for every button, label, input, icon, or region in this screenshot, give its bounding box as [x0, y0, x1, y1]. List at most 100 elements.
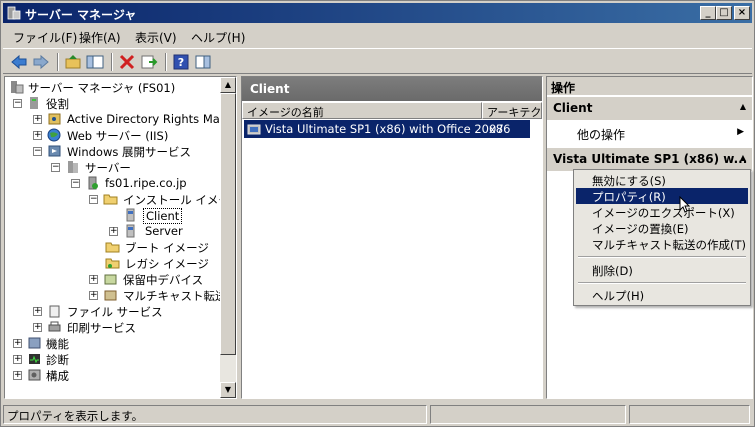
status-text: プロパティを表示します。 [3, 405, 427, 424]
image-name-cell: Vista Ultimate SP1 (x86) with Office 200… [265, 122, 504, 136]
actions-section-client[interactable]: Client ▲ [547, 97, 752, 120]
expand-toggle[interactable]: + [109, 227, 118, 236]
expand-toggle[interactable]: + [13, 355, 22, 364]
server-manager-icon [11, 81, 24, 94]
up-folder-icon[interactable] [63, 53, 83, 71]
table-row[interactable]: Vista Ultimate SP1 (x86) with Office 200… [244, 120, 530, 138]
submenu-arrow-icon: ▶ [737, 127, 744, 137]
actions-title: 操作 [547, 77, 752, 95]
collapse-toggle[interactable]: − [33, 147, 42, 156]
expand-toggle[interactable]: + [33, 115, 42, 124]
context-menu: 無効にする(S) プロパティ(R) イメージのエクスポート(X) イメージの置換… [573, 169, 751, 306]
menu-help[interactable]: ヘルプ(H) [191, 29, 245, 46]
window-title: サーバー マネージャ [25, 8, 137, 22]
svg-text:?: ? [178, 56, 184, 69]
server-manager-window: サーバー マネージャ _ □ × ファイル(F) 操作(A) 表示(V) ヘルプ… [0, 0, 755, 427]
menu-item-export-image[interactable]: イメージのエクスポート(X) [576, 204, 748, 220]
tree-label: Active Directory Rights Mana [67, 112, 235, 126]
expand-toggle[interactable]: + [33, 307, 42, 316]
back-arrow-icon[interactable] [9, 53, 29, 71]
show-hide-tree-icon[interactable] [85, 53, 105, 71]
title-bar: サーバー マネージャ _ □ × [3, 3, 752, 23]
collapse-section-icon[interactable]: ▲ [740, 153, 746, 162]
folder-icon [105, 258, 120, 269]
status-panel-2 [430, 405, 626, 424]
collapse-toggle[interactable]: − [51, 163, 60, 172]
menu-item-properties[interactable]: プロパティ(R) [576, 188, 748, 204]
menu-item-replace-image[interactable]: イメージの置換(E) [576, 220, 748, 236]
section-label: Client [553, 101, 593, 115]
tree-label: 診断 [46, 353, 69, 367]
collapse-toggle[interactable]: − [71, 179, 80, 188]
tree-label: 構成 [46, 369, 69, 383]
diagnostics-icon [29, 354, 40, 364]
expand-toggle[interactable]: + [89, 291, 98, 300]
tree-label: Server [145, 224, 183, 238]
adrms-icon [48, 113, 61, 125]
menu-item-disable[interactable]: 無効にする(S) [576, 172, 748, 188]
menu-action[interactable]: 操作(A) [79, 29, 121, 46]
collapse-section-icon[interactable]: ▲ [740, 102, 746, 111]
expand-toggle[interactable]: + [89, 275, 98, 284]
tree-scrollbar[interactable]: ▲ ▼ [220, 77, 236, 398]
collapse-toggle[interactable]: − [13, 99, 22, 108]
tree-label: ファイル サービス [67, 305, 163, 319]
server-manager-icon [7, 6, 21, 20]
menu-item-delete[interactable]: 削除(D) [576, 262, 748, 278]
column-header-name[interactable]: イメージの名前 [242, 102, 482, 119]
toolbar-separator [165, 53, 167, 71]
tree-label: 役割 [46, 97, 69, 111]
menu-file[interactable]: ファイル(F) [13, 29, 77, 46]
action-other-operations[interactable]: 他の操作 [577, 126, 625, 143]
tree-label: 保留中デバイス [123, 273, 204, 287]
tree-label: サーバー マネージャ (FS01) [28, 81, 176, 95]
status-bar: プロパティを表示します。 [3, 404, 752, 424]
maximize-button[interactable]: □ [716, 6, 732, 20]
toolbar: ? [3, 48, 752, 74]
collapse-toggle[interactable]: − [89, 195, 98, 204]
tree-label: サーバー [85, 161, 131, 175]
image-file-icon [247, 124, 261, 135]
expand-toggle[interactable]: + [13, 371, 22, 380]
menu-item-help[interactable]: ヘルプ(H) [576, 287, 748, 303]
tree-label-selected: Client [143, 208, 183, 224]
servers-icon [68, 161, 78, 173]
navigation-tree: サーバー マネージャ (FS01) − 役割 + Active Director… [4, 76, 237, 399]
printer-icon [48, 321, 61, 332]
close-button[interactable]: × [734, 6, 750, 20]
image-group-icon [126, 208, 135, 222]
scroll-thumb[interactable] [220, 93, 236, 355]
delete-icon[interactable] [117, 53, 137, 71]
column-header-arch[interactable]: アーキテクチ [482, 102, 542, 119]
toolbar-separator [111, 53, 113, 71]
expand-toggle[interactable]: + [13, 339, 22, 348]
minimize-button[interactable]: _ [700, 6, 716, 20]
expand-toggle[interactable]: + [33, 131, 42, 140]
menu-view[interactable]: 表示(V) [135, 29, 177, 46]
forward-arrow-icon[interactable] [31, 53, 51, 71]
properties-pane-icon[interactable] [193, 53, 213, 71]
export-list-icon[interactable] [139, 53, 159, 71]
help-icon[interactable]: ? [171, 53, 191, 71]
multicast-icon [104, 290, 117, 301]
expand-toggle[interactable]: + [33, 323, 42, 332]
menu-item-create-multicast[interactable]: マルチキャスト転送の作成(T) [576, 236, 748, 252]
tree-label: fs01.ripe.co.jp [105, 176, 187, 190]
mouse-cursor-icon [679, 196, 691, 213]
menu-separator [578, 256, 746, 258]
toolbar-separator [57, 53, 59, 71]
globe-icon [47, 128, 61, 142]
section-label: Vista Ultimate SP1 (x86) w... [553, 152, 748, 166]
tree-label: Windows 展開サービス [67, 145, 191, 159]
action-label: 他の操作 [577, 128, 626, 142]
scroll-up-arrow[interactable]: ▲ [220, 77, 236, 93]
image-group-icon [126, 224, 135, 238]
actions-section-image[interactable]: Vista Ultimate SP1 (x86) w... ▲ [547, 148, 752, 171]
menu-bar: ファイル(F) 操作(A) 表示(V) ヘルプ(H) [3, 25, 752, 47]
file-services-icon [49, 305, 60, 318]
tree-label: 印刷サービス [67, 321, 136, 335]
tree-label: 機能 [46, 337, 69, 351]
tree-label: マルチキャスト転送 [123, 289, 227, 303]
scroll-down-arrow[interactable]: ▼ [220, 382, 236, 398]
configuration-icon [28, 369, 41, 381]
